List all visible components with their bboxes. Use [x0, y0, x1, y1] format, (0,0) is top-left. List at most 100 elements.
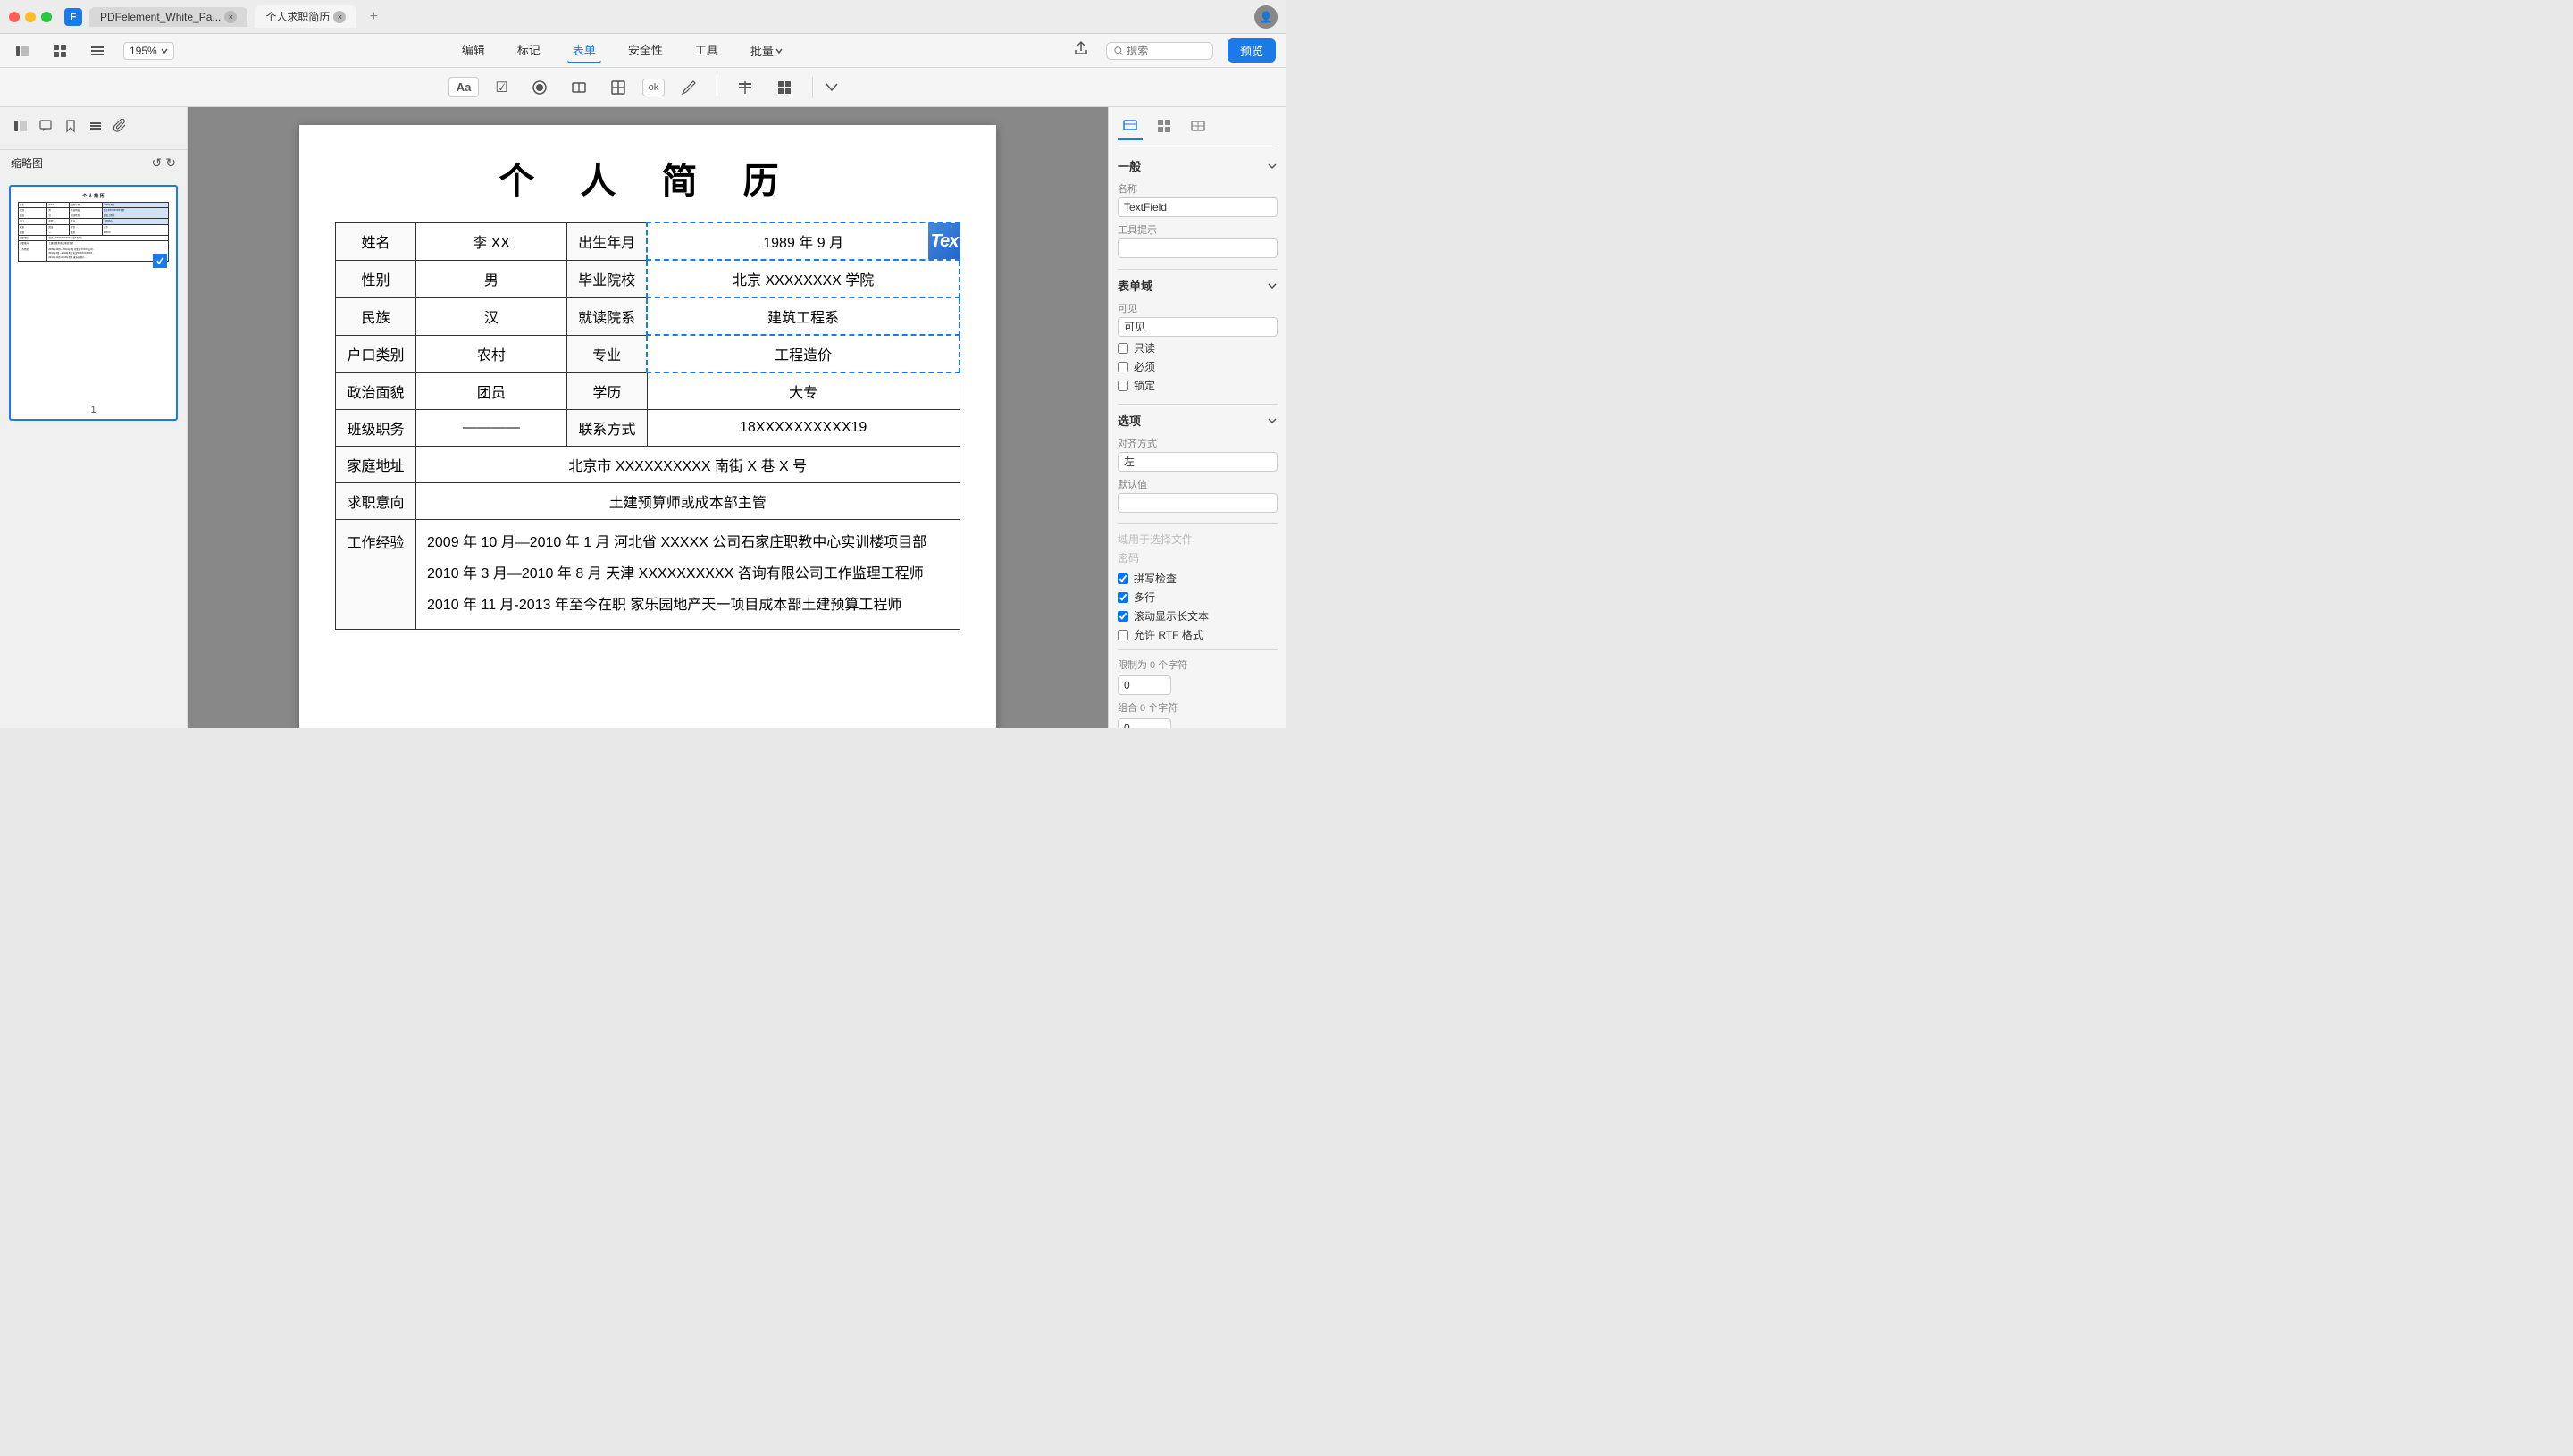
menu-form[interactable]: 表单: [567, 38, 601, 63]
table-row: 姓名 李 XX 出生年月 1989 年 9 月 Tex: [336, 222, 960, 260]
section-general-content: 名称 TextField 工具提示: [1118, 181, 1278, 258]
main-area: 缩略图 ↺ ↻ 个 人 简 历 姓名李XX出生年月1989年9月 性别男毕业院校…: [0, 107, 1286, 728]
grid-tool-button[interactable]: [769, 76, 800, 99]
minimize-button[interactable]: [25, 12, 36, 22]
maximize-button[interactable]: [41, 12, 52, 22]
checkbox-tool-button[interactable]: ☑: [488, 75, 515, 100]
section-general-header[interactable]: 一般: [1118, 157, 1278, 174]
sidebar-toggle-button[interactable]: [11, 41, 34, 61]
value-birthdate[interactable]: 1989 年 9 月 Tex: [647, 222, 960, 260]
zoom-value: 195%: [130, 45, 157, 57]
tab-1-label: PDFelement_White_Pa...: [100, 11, 221, 23]
value-education: 大专: [647, 372, 960, 410]
textfield-tool-button[interactable]: Aa: [448, 77, 480, 97]
menu-security[interactable]: 安全性: [623, 38, 668, 63]
section-options-label: 选项: [1118, 412, 1141, 429]
thumbnail-label: 缩略图 ↺ ↻: [0, 150, 187, 176]
tab-2-close[interactable]: ×: [333, 11, 346, 23]
alignment-label: 对齐方式: [1118, 436, 1278, 450]
visibility-select[interactable]: 可见: [1118, 317, 1278, 337]
multiline-checkbox[interactable]: [1118, 592, 1128, 603]
limit-label: 限制为 0 个字符: [1118, 657, 1278, 672]
scroll-checkbox[interactable]: [1118, 611, 1128, 622]
panel-tabs: [1118, 116, 1278, 146]
rtf-checkbox[interactable]: [1118, 630, 1128, 640]
ok-tool-button[interactable]: ok: [642, 79, 666, 96]
menu-tools[interactable]: 工具: [690, 38, 724, 63]
panel-tab-grid[interactable]: [1152, 116, 1177, 140]
radio-icon: [532, 79, 548, 96]
tab-2[interactable]: 个人求职简历 ×: [255, 5, 356, 28]
page-title: 个 人 简 历: [335, 152, 960, 204]
sidebar-comments[interactable]: [36, 116, 55, 140]
required-checkbox[interactable]: [1118, 362, 1128, 372]
sidebar-bookmarks[interactable]: [61, 116, 80, 140]
collapse-icon: [1267, 161, 1278, 172]
search-box[interactable]: [1106, 42, 1213, 60]
tab-1-close[interactable]: ×: [224, 11, 237, 23]
table-row: 户口类别 农村 专业 工程造价: [336, 335, 960, 372]
readonly-label: 只读: [1134, 340, 1155, 356]
value-department[interactable]: 建筑工程系: [647, 297, 960, 335]
page-thumbnail[interactable]: 个 人 简 历 姓名李XX出生年月1989年9月 性别男毕业院校北京XXXXXX…: [9, 185, 178, 421]
panel-tab-form[interactable]: [1118, 116, 1143, 140]
value-school[interactable]: 北京 XXXXXXXX 学院: [647, 260, 960, 297]
label-experience: 工作经验: [336, 520, 416, 630]
sidebar-layers[interactable]: [86, 116, 105, 140]
thumbnail-area[interactable]: 个 人 简 历 姓名李XX出生年月1989年9月 性别男毕业院校北京XXXXXX…: [0, 176, 187, 728]
close-button[interactable]: [9, 12, 20, 22]
table-tool-button[interactable]: [603, 76, 633, 99]
thumbnail-image: 个 人 简 历 姓名李XX出生年月1989年9月 性别男毕业院校北京XXXXXX…: [14, 190, 172, 401]
share-button[interactable]: [1070, 38, 1092, 63]
grid-view-button[interactable]: [48, 41, 71, 61]
menu-mark[interactable]: 标记: [512, 38, 546, 63]
sidebar-attachments[interactable]: [111, 116, 130, 140]
locked-label: 锁定: [1134, 378, 1155, 393]
preview-button[interactable]: 预览: [1228, 38, 1276, 63]
section-form-header[interactable]: 表单域: [1118, 277, 1278, 294]
document-content[interactable]: 个 人 简 历 姓名 李 XX 出生年月 1989 年 9 月 Tex 性别 男…: [188, 107, 1108, 728]
tab-1[interactable]: PDFelement_White_Pa... ×: [89, 7, 247, 27]
menu-batch[interactable]: 批量: [745, 38, 788, 63]
readonly-checkbox[interactable]: [1118, 343, 1128, 354]
rotate-left-button[interactable]: ↺: [152, 155, 163, 171]
field-name-value[interactable]: TextField: [1118, 197, 1278, 217]
alignment-select[interactable]: 左: [1118, 452, 1278, 472]
search-input[interactable]: [1127, 45, 1205, 57]
user-avatar[interactable]: 👤: [1254, 5, 1278, 29]
panel-view-button[interactable]: [86, 41, 109, 61]
locked-checkbox[interactable]: [1118, 381, 1128, 391]
limit-input[interactable]: [1118, 675, 1171, 695]
value-ethnicity: 汉: [416, 297, 567, 335]
divider-2: [1118, 404, 1278, 405]
rtf-label: 允许 RTF 格式: [1134, 627, 1203, 642]
combine-tool-button[interactable]: [564, 76, 594, 99]
panel-tab-table[interactable]: [1186, 116, 1211, 140]
default-value[interactable]: [1118, 493, 1278, 513]
password-label: 密码: [1118, 550, 1139, 565]
radio-tool-button[interactable]: [524, 76, 555, 99]
align-tool-button[interactable]: [730, 76, 760, 99]
layers-icon: [88, 119, 103, 133]
value-major[interactable]: 工程造价: [647, 335, 960, 372]
pen-tool-button[interactable]: [674, 76, 704, 99]
spellcheck-checkbox[interactable]: [1118, 573, 1128, 584]
label-gender: 性别: [336, 260, 416, 297]
combine-input[interactable]: [1118, 718, 1171, 728]
field-tooltip-value[interactable]: [1118, 238, 1278, 258]
zoom-control[interactable]: 195%: [123, 42, 174, 60]
menu-edit[interactable]: 编辑: [457, 38, 490, 63]
tab-add-button[interactable]: +: [364, 7, 383, 27]
bookmark-icon: [63, 119, 78, 133]
combine-icon: [571, 79, 587, 96]
table-row: 政治面貌 团员 学历 大专: [336, 372, 960, 410]
label-jobtarget: 求职意向: [336, 483, 416, 520]
chevron-down-icon: [161, 47, 168, 54]
table-row: 工作经验 2009 年 10 月—2010 年 1 月 河北省 XXXXX 公司…: [336, 520, 960, 630]
rotate-right-button[interactable]: ↻: [165, 155, 176, 171]
value-contact: 18XXXXXXXXXX19: [647, 410, 960, 447]
visibility-label: 可见: [1118, 301, 1278, 315]
sidebar-toggle-panel[interactable]: [11, 116, 30, 140]
table-row: 班级职务 ———— 联系方式 18XXXXXXXXXX19: [336, 410, 960, 447]
section-options-header[interactable]: 选项: [1118, 412, 1278, 429]
